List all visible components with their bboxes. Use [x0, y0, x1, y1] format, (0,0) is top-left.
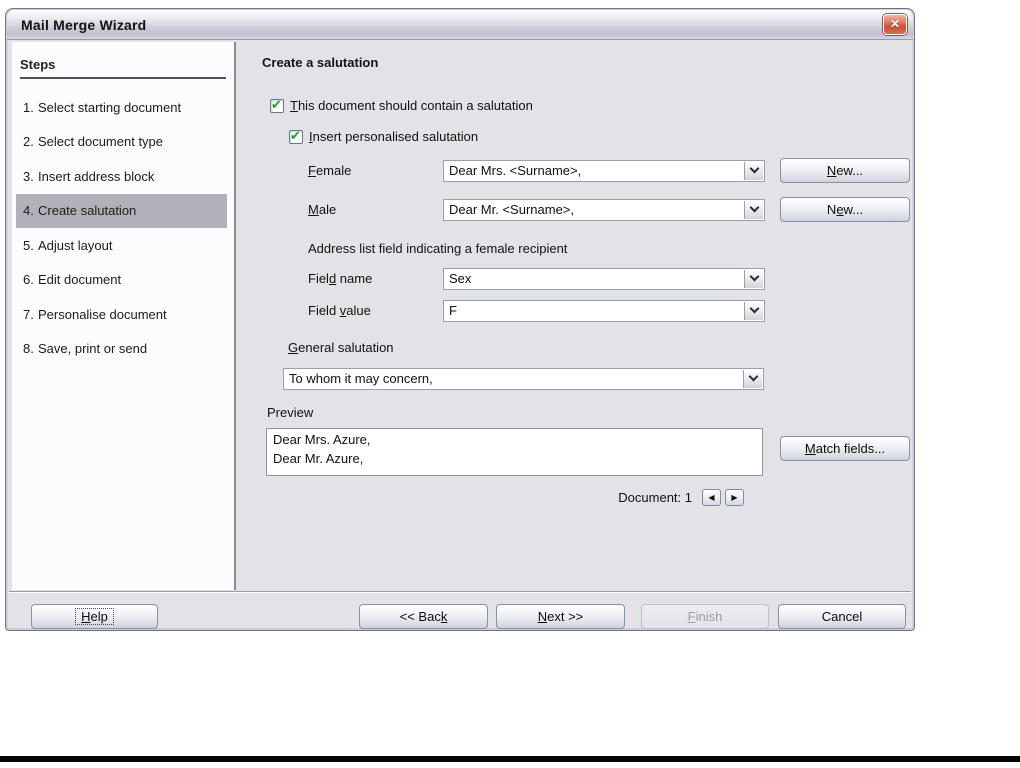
arrow-left-icon: ◀	[708, 492, 715, 502]
sidebar-item-personalise-document[interactable]: 7. Personalise document	[16, 297, 227, 332]
field-name-row: Field name Sex	[308, 267, 765, 290]
page-bottom-rule	[0, 756, 1020, 762]
sidebar-item-edit-document[interactable]: 6. Edit document	[16, 263, 227, 298]
new-male-button-label: New...	[826, 202, 864, 217]
help-button-label: Help	[75, 608, 114, 625]
female-row: Female Dear Mrs. <Surname>,	[308, 159, 765, 182]
preview-line: Dear Mr. Azure,	[273, 450, 364, 466]
chevron-down-icon[interactable]	[744, 161, 763, 180]
male-salutation-select[interactable]: Dear Mr. <Surname>,	[443, 198, 765, 221]
step-label: Personalise document	[38, 306, 167, 322]
step-number: 4.	[23, 203, 34, 219]
female-salutation-select[interactable]: Dear Mrs. <Surname>,	[443, 159, 765, 182]
personalised-salutation-row: ✔ Insert personalised salutation	[289, 127, 478, 144]
document-navigator: Document: 1 ◀ ▶	[238, 488, 744, 506]
step-number: 5.	[23, 237, 34, 253]
sidebar-item-insert-address-block[interactable]: 3. Insert address block	[16, 159, 227, 194]
create-salutation-panel: Create a salutation ✔ This document shou…	[238, 42, 911, 590]
check-icon: ✔	[290, 127, 301, 143]
step-label: Edit document	[38, 272, 122, 288]
next-document-button[interactable]: ▶	[725, 488, 744, 506]
page-title: Create a salutation	[262, 55, 379, 70]
finish-button-label: Finish	[687, 609, 723, 624]
field-name-select[interactable]: Sex	[443, 267, 765, 290]
title-bar: Mail Merge Wizard ✕	[7, 10, 913, 40]
step-label: Select document type	[38, 134, 164, 150]
step-label: Save, print or send	[38, 341, 148, 357]
mail-merge-wizard-dialog: Mail Merge Wizard ✕ Steps 1. Select star…	[5, 8, 915, 631]
field-value-select[interactable]: F	[443, 299, 765, 322]
next-button[interactable]: Next >>	[496, 604, 625, 629]
steps-list: 1. Select starting document 2. Select do…	[16, 90, 227, 366]
chevron-down-icon[interactable]	[743, 369, 762, 388]
general-salutation-row: To whom it may concern,	[283, 367, 764, 390]
match-fields-button[interactable]: Match fields...	[780, 436, 910, 461]
document-counter: Document: 1	[618, 489, 692, 505]
finish-button: Finish	[641, 604, 769, 629]
step-number: 3.	[23, 168, 34, 184]
sidebar-item-adjust-layout[interactable]: 5. Adjust layout	[16, 228, 227, 263]
female-label: Female	[308, 163, 352, 178]
male-label: Male	[308, 202, 337, 217]
new-female-button[interactable]: New...	[780, 158, 910, 183]
field-value-label: Field value	[308, 303, 371, 318]
male-row: Male Dear Mr. <Surname>,	[308, 198, 765, 221]
address-list-note: Address list field indicating a female r…	[308, 241, 568, 256]
sidebar-item-save-print-send[interactable]: 8. Save, print or send	[16, 332, 227, 367]
contain-salutation-row: ✔ This document should contain a salutat…	[270, 96, 533, 113]
next-button-label: Next >>	[537, 609, 584, 624]
chevron-down-icon[interactable]	[744, 200, 763, 219]
chevron-down-icon[interactable]	[744, 269, 763, 288]
arrow-right-icon: ▶	[731, 492, 738, 502]
back-button-label: << Back	[399, 609, 448, 624]
general-salutation-select[interactable]: To whom it may concern,	[283, 367, 764, 390]
step-number: 2.	[23, 134, 34, 150]
chevron-down-icon[interactable]	[744, 301, 763, 320]
sidebar-item-select-starting-document[interactable]: 1. Select starting document	[16, 90, 227, 125]
help-button[interactable]: Help	[31, 604, 158, 629]
general-salutation-value[interactable]: To whom it may concern,	[284, 369, 742, 389]
personalised-salutation-checkbox[interactable]: ✔	[289, 127, 303, 144]
step-label: Select starting document	[38, 99, 182, 115]
steps-sidebar: Steps 1. Select starting document 2. Sel…	[12, 42, 236, 590]
sidebar-item-select-document-type[interactable]: 2. Select document type	[16, 125, 227, 160]
step-number: 8.	[23, 341, 34, 357]
field-name-label: Field name	[308, 271, 373, 286]
steps-header: Steps	[20, 57, 226, 79]
step-number: 1.	[23, 99, 34, 115]
field-value-row: Field value F	[308, 299, 765, 322]
cancel-button[interactable]: Cancel	[778, 604, 906, 629]
preview-box: Dear Mrs. Azure, Dear Mr. Azure,	[266, 428, 763, 476]
contain-salutation-label[interactable]: This document should contain a salutatio…	[290, 98, 533, 113]
previous-document-button[interactable]: ◀	[702, 488, 721, 506]
new-male-button[interactable]: New...	[780, 197, 910, 222]
window-title: Mail Merge Wizard	[21, 17, 147, 33]
step-label: Insert address block	[38, 168, 155, 184]
footer-divider	[9, 591, 911, 593]
cancel-button-label: Cancel	[821, 609, 863, 624]
step-label: Create salutation	[38, 203, 137, 219]
back-button[interactable]: << Back	[359, 604, 488, 629]
field-name-value[interactable]: Sex	[444, 269, 743, 289]
step-number: 6.	[23, 272, 34, 288]
contain-salutation-checkbox[interactable]: ✔	[270, 96, 284, 113]
general-salutation-label: General salutation	[288, 340, 394, 355]
close-icon[interactable]: ✕	[883, 14, 907, 35]
sidebar-item-create-salutation[interactable]: 4. Create salutation	[16, 193, 227, 228]
match-fields-button-label: Match fields...	[804, 441, 886, 456]
field-value-value[interactable]: F	[444, 301, 743, 321]
preview-label: Preview	[267, 405, 314, 420]
check-icon: ✔	[271, 96, 282, 112]
step-label: Adjust layout	[38, 237, 113, 253]
female-salutation-value[interactable]: Dear Mrs. <Surname>,	[444, 161, 743, 181]
preview-line: Dear Mrs. Azure,	[273, 432, 371, 447]
new-female-button-label: New...	[826, 163, 864, 178]
male-salutation-value[interactable]: Dear Mr. <Surname>,	[444, 200, 743, 220]
step-number: 7.	[23, 306, 34, 322]
personalised-salutation-label[interactable]: Insert personalised salutation	[309, 129, 478, 144]
